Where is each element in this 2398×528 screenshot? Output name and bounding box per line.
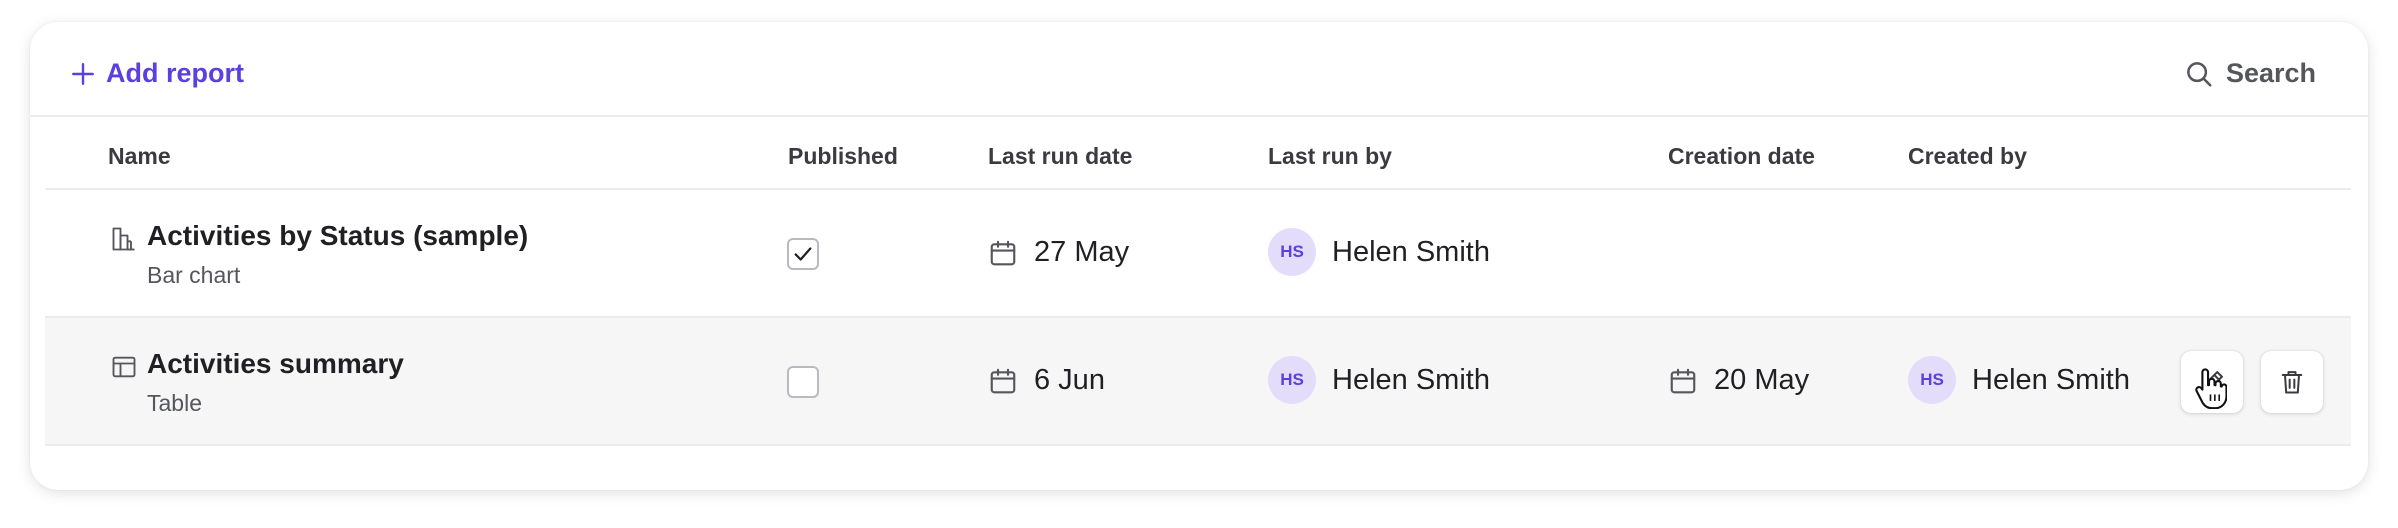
search-icon (2187, 61, 2212, 86)
table-header: Name Published Last run date Last run by… (45, 117, 2351, 190)
hand-cursor-icon (2195, 368, 2227, 409)
delete-button[interactable] (2261, 351, 2323, 413)
last-run-date-cell: 6 Jun (988, 364, 1105, 397)
report-type: Bar chart (147, 262, 241, 288)
calendar-icon (990, 368, 1016, 393)
plus-icon (72, 62, 94, 85)
add-report-button[interactable]: Add report (70, 58, 244, 89)
column-header-published[interactable]: Published (788, 143, 898, 170)
last-run-by-cell: HS Helen Smith (1268, 228, 1490, 276)
created-by-cell: HS Helen Smith (1908, 356, 2130, 404)
table-row[interactable]: Activities by Status (sample) Bar chart … (45, 190, 2351, 318)
avatar: HS (1268, 356, 1316, 404)
reports-table: Name Published Last run date Last run by… (45, 117, 2351, 446)
reports-card: Add report Search Name Published Last ru… (30, 22, 2368, 490)
column-header-name[interactable]: Name (108, 143, 171, 170)
published-checkbox[interactable] (787, 238, 819, 270)
check-icon (794, 247, 812, 261)
trash-icon (2281, 371, 2303, 394)
table-icon (112, 356, 136, 378)
last-run-by-cell: HS Helen Smith (1268, 356, 1490, 404)
last-run-date: 6 Jun (1034, 364, 1105, 396)
column-header-created-by[interactable]: Created by (1908, 143, 2027, 170)
last-run-date-cell: 27 May (988, 236, 1129, 269)
column-header-last-run-by[interactable]: Last run by (1268, 143, 1392, 170)
published-checkbox[interactable] (787, 366, 819, 398)
add-report-label: Add report (106, 58, 244, 88)
avatar: HS (1908, 356, 1956, 404)
user-name: Helen Smith (1972, 363, 2130, 396)
search-label: Search (2225, 58, 2316, 88)
column-header-last-run-date[interactable]: Last run date (988, 143, 1132, 170)
bar-chart-icon (112, 227, 135, 251)
last-run-date: 27 May (1034, 236, 1130, 268)
column-header-creation-date[interactable]: Creation date (1668, 143, 1815, 170)
toolbar: Add report Search (30, 22, 2368, 117)
report-title: Activities by Status (sample) (147, 220, 529, 251)
calendar-icon (990, 240, 1016, 265)
calendar-icon (1670, 368, 1696, 393)
user-name: Helen Smith (1332, 363, 1490, 396)
search-button[interactable]: Search (2184, 58, 2316, 89)
creation-date-cell: 20 May (1668, 364, 1809, 397)
table-row[interactable]: Activities summary Table 6 Jun HS Helen … (45, 318, 2351, 446)
user-name: Helen Smith (1332, 235, 1490, 268)
creation-date: 20 May (1714, 364, 1810, 396)
avatar: HS (1268, 228, 1316, 276)
report-title: Activities summary (147, 348, 404, 379)
report-type: Table (147, 390, 202, 416)
